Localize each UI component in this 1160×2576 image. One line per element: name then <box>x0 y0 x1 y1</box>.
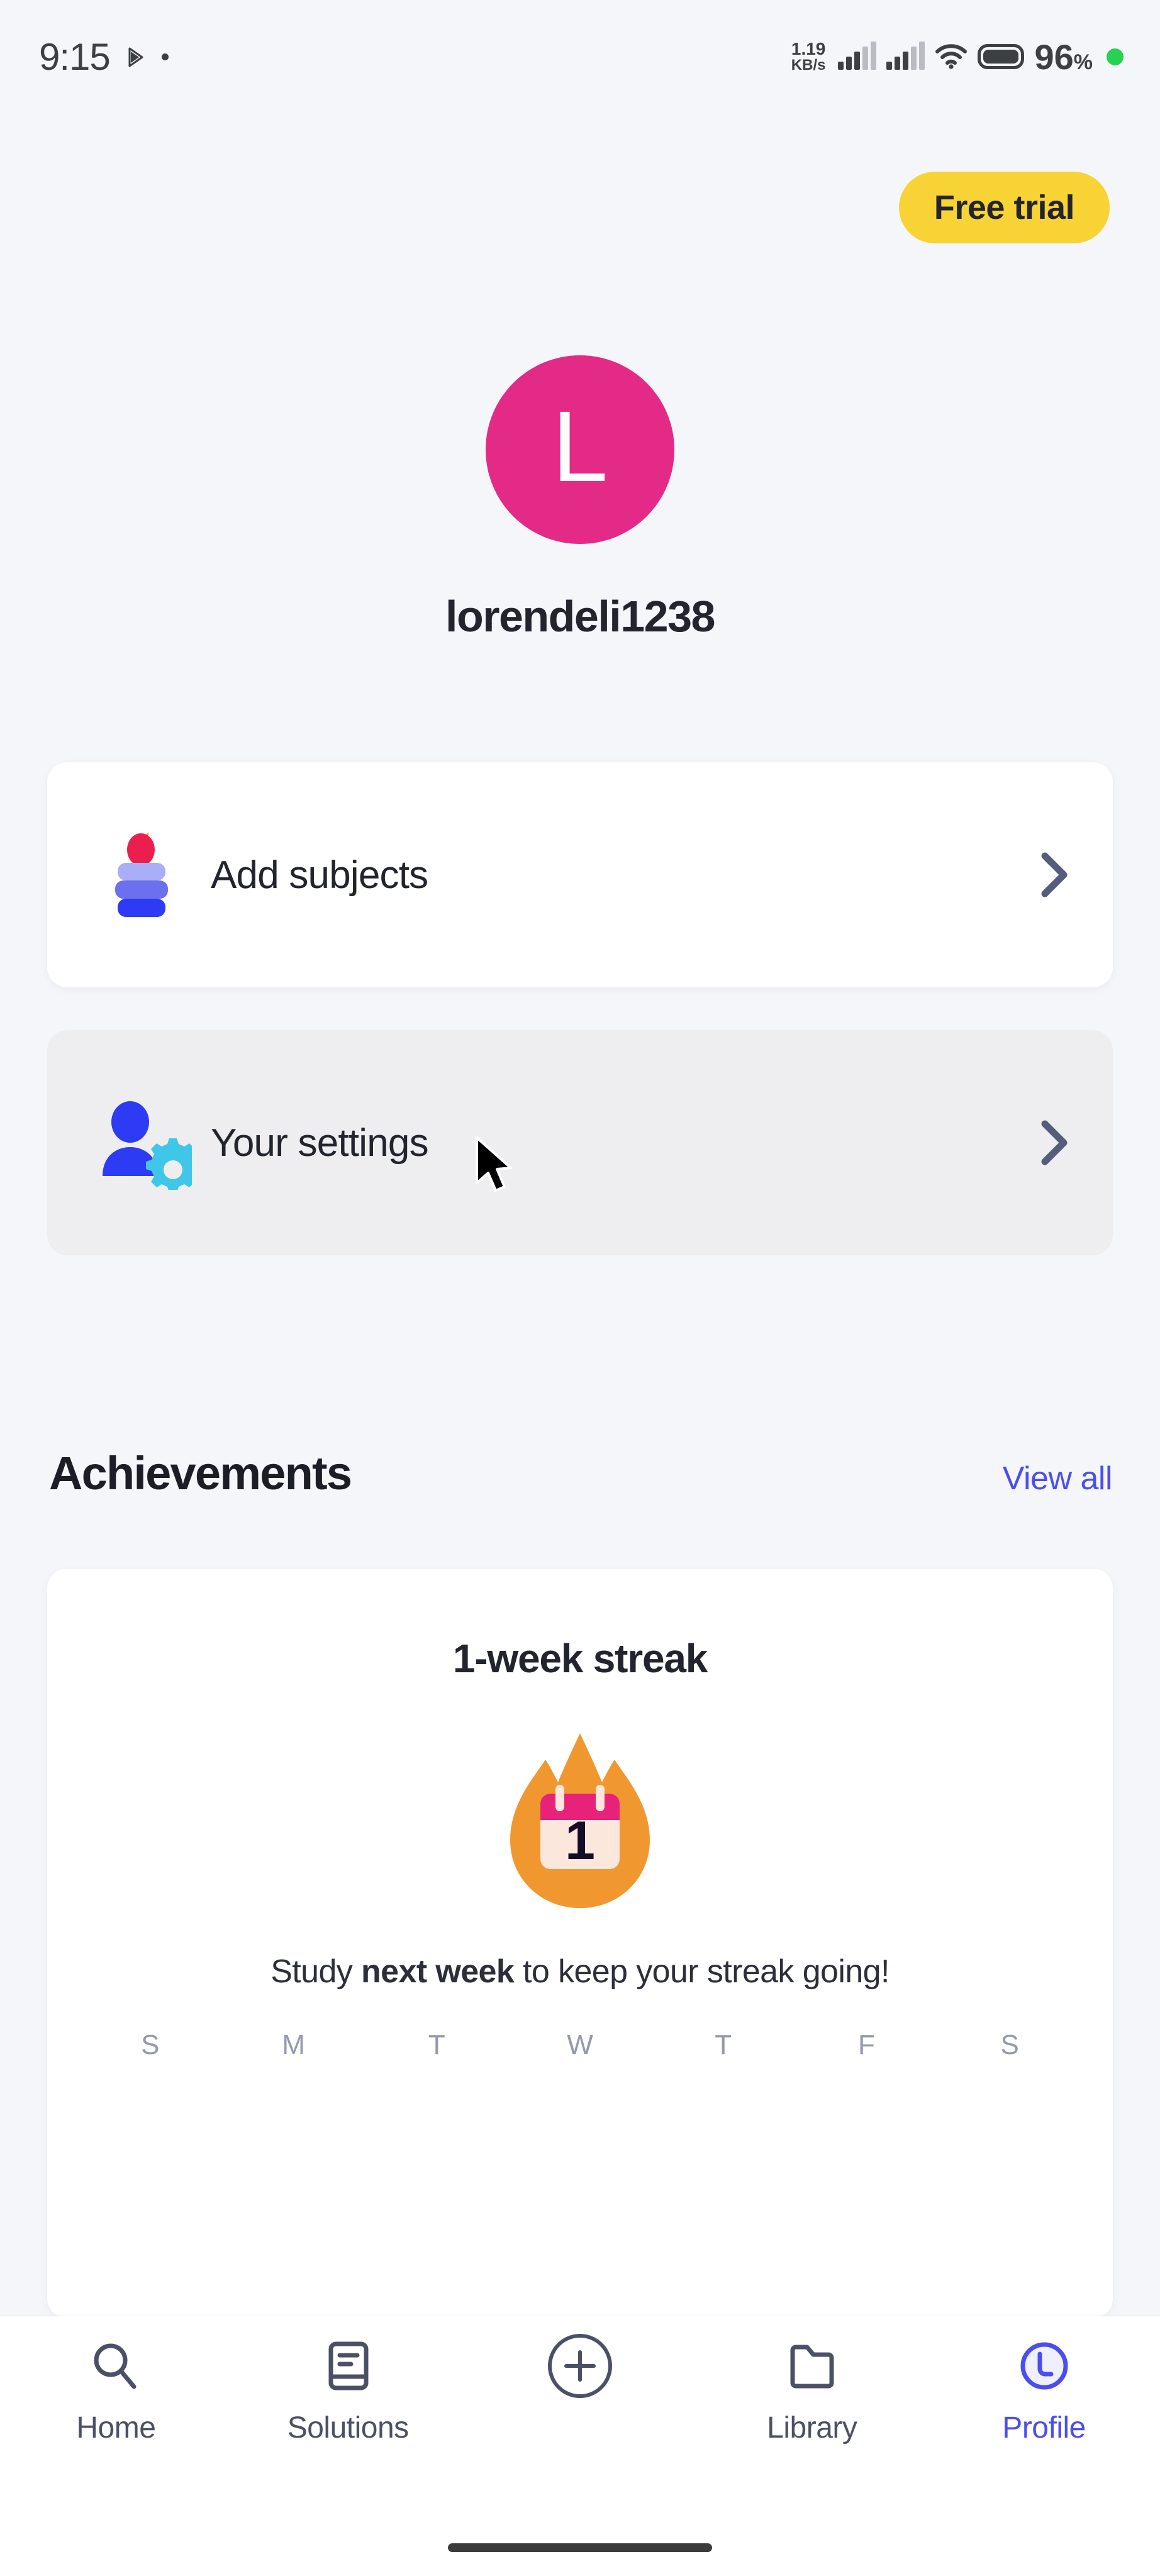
nav-item-solutions[interactable]: Solutions <box>232 2333 464 2505</box>
status-green-dot-icon <box>1107 48 1124 65</box>
your-settings-row[interactable]: Your settings <box>47 1030 1113 1255</box>
network-rate-value: 1.19 <box>791 39 826 58</box>
app-screen: 9:15 1.19 KB/s 96% Free trial L lorendel… <box>0 0 1160 2576</box>
weekday-sat: S <box>1000 2029 1019 2060</box>
add-subjects-label: Add subjects <box>211 853 428 897</box>
nav-label-solutions: Solutions <box>287 2411 409 2445</box>
nav-label-library: Library <box>767 2411 857 2445</box>
clock-time: 9:15 <box>39 35 111 78</box>
play-icon <box>128 47 144 67</box>
mouse-cursor <box>473 1135 517 1196</box>
home-indicator <box>448 2543 712 2552</box>
username: lorendeli1238 <box>445 592 715 641</box>
nav-label-home: Home <box>76 2411 156 2445</box>
network-rate-unit: KB/s <box>791 57 826 74</box>
bottom-navigation: Home Solutions Library Profile <box>0 2316 1160 2576</box>
search-icon <box>89 2333 143 2399</box>
nav-item-home[interactable]: Home <box>0 2333 232 2505</box>
chevron-right-icon <box>1032 850 1076 900</box>
profile-circle-icon <box>1017 2333 1071 2399</box>
weekday-mon: M <box>282 2029 305 2060</box>
wifi-icon <box>935 43 968 70</box>
book-icon <box>321 2333 375 2399</box>
status-bar-left: 9:15 <box>39 35 169 79</box>
user-gear-icon <box>91 1096 198 1190</box>
recording-dot-icon <box>161 53 169 60</box>
nav-label-profile: Profile <box>1002 2411 1086 2445</box>
plus-circle-icon <box>545 2333 615 2399</box>
battery-percent: 96% <box>1034 36 1093 77</box>
avatar[interactable]: L <box>486 355 674 544</box>
cellular-signal-icon <box>886 42 925 70</box>
streak-card[interactable]: 1-week streak 1 Study next week to keep … <box>47 1569 1113 2318</box>
streak-weekday-row: S M T W T F S <box>47 2029 1113 2061</box>
cellular-signal-icon <box>838 42 877 70</box>
streak-desc-bold: next week <box>361 1953 515 1990</box>
nav-item-add[interactable] <box>464 2333 696 2505</box>
nav-item-library[interactable]: Library <box>696 2333 928 2505</box>
view-all-link[interactable]: View all <box>1003 1460 1113 1497</box>
add-subjects-row[interactable]: Add subjects <box>47 762 1113 987</box>
status-bar-right: 1.19 KB/s 96% <box>791 36 1124 77</box>
streak-desc-suffix: to keep your streak going! <box>514 1953 890 1990</box>
your-settings-label: Your settings <box>211 1121 429 1165</box>
network-rate: 1.19 KB/s <box>791 40 826 73</box>
nav-item-profile[interactable]: Profile <box>928 2333 1160 2505</box>
weekday-sun: S <box>141 2029 160 2060</box>
streak-desc-prefix: Study <box>270 1953 362 1990</box>
books-stack-apple-icon <box>91 828 198 922</box>
weekday-tue: T <box>428 2029 445 2060</box>
weekday-wed: W <box>567 2029 593 2060</box>
weekday-thu: T <box>715 2029 732 2060</box>
status-bar: 9:15 1.19 KB/s 96% <box>0 0 1160 113</box>
achievements-header: Achievements View all <box>49 1446 1113 1500</box>
achievements-title: Achievements <box>49 1447 352 1499</box>
calendar-day-number: 1 <box>565 1811 595 1871</box>
battery-icon <box>978 44 1025 69</box>
free-trial-button[interactable]: Free trial <box>898 172 1110 243</box>
folder-icon <box>785 2333 839 2399</box>
avatar-initial: L <box>552 390 608 502</box>
flame-calendar-icon: 1 <box>47 1724 1113 1913</box>
weekday-fri: F <box>858 2029 875 2060</box>
streak-title: 1-week streak <box>452 1636 708 1681</box>
streak-description: Study next week to keep your streak goin… <box>47 1951 1113 1993</box>
chevron-right-icon <box>1032 1118 1076 1168</box>
